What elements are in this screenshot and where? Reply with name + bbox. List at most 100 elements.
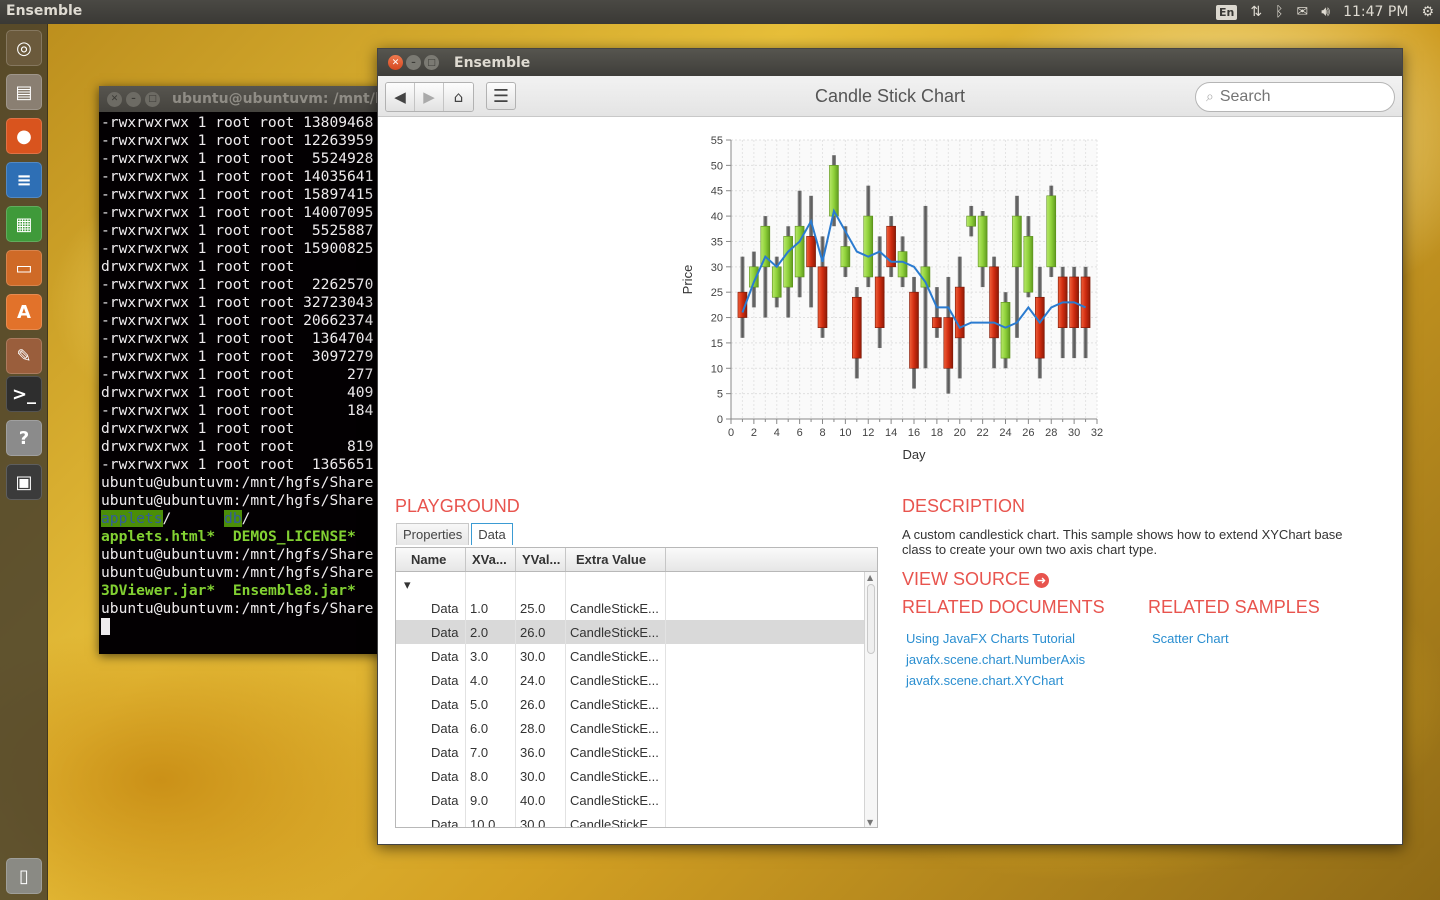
writer-icon[interactable]: ≡ [6, 162, 42, 198]
x-tick-label: 10 [839, 427, 851, 439]
floppy-icon[interactable]: ▣ [6, 464, 42, 500]
search-box[interactable]: ⌕ [1195, 82, 1395, 112]
data-table[interactable]: Name XVa... YVal... Extra Value ▾ Data 1.… [395, 547, 878, 828]
cell-xvalue: 1.0 [466, 596, 516, 620]
table-row[interactable]: Data 6.0 28.0 CandleStickE... [396, 716, 877, 740]
volume-icon[interactable]: 🔊︎ [1321, 4, 1330, 20]
candle-wick [934, 287, 939, 338]
gear-icon[interactable]: ⚙ [1421, 4, 1434, 20]
candle-body [771, 266, 782, 298]
table-row[interactable]: Data 8.0 30.0 CandleStickE... [396, 764, 877, 788]
tab-properties[interactable]: Properties [396, 523, 470, 545]
table-row[interactable]: Data 1.0 25.0 CandleStickE... [396, 596, 877, 620]
column-header-xvalue[interactable]: XVa... [466, 548, 516, 571]
x-tick-label: 6 [797, 427, 803, 439]
tab-data[interactable]: Data [471, 523, 513, 545]
candle-body [806, 236, 816, 268]
bluetooth-icon[interactable]: ᛒ [1275, 4, 1283, 20]
cell-extra-value: CandleStickE... [566, 812, 666, 827]
terminal-window[interactable]: ✕ – □ ubuntu@ubuntuvm: /mnt/hg -rwxrwxrw… [99, 86, 399, 654]
terminal-line: ubuntu@ubuntuvm:/mnt/hgfs/Share [101, 564, 374, 581]
column-header-name[interactable]: Name [396, 548, 466, 571]
y-tick-label: 20 [711, 313, 723, 325]
table-row[interactable]: Data 4.0 24.0 CandleStickE... [396, 668, 877, 692]
candle-body [1000, 302, 1011, 359]
related-doc-link[interactable]: javafx.scene.chart.XYChart [906, 673, 1064, 688]
network-icon[interactable]: ⇅ [1250, 4, 1262, 20]
table-scrollbar[interactable]: ▲ ▼ [864, 572, 877, 827]
ubuntu-logo-icon[interactable]: ◎ [6, 30, 42, 66]
software-center-icon[interactable]: A [6, 294, 42, 330]
menu-button[interactable]: ☰ [486, 82, 516, 110]
scroll-up-icon[interactable]: ▲ [867, 573, 873, 582]
close-icon[interactable]: ✕ [107, 91, 122, 107]
cell-xvalue: 4.0 [466, 668, 516, 692]
cell-yvalue: 28.0 [516, 716, 566, 740]
home-icon: ⌂ [453, 88, 464, 106]
terminal-titlebar[interactable]: ✕ – □ ubuntu@ubuntuvm: /mnt/hg [99, 86, 399, 112]
table-row[interactable]: Data 7.0 36.0 CandleStickE... [396, 740, 877, 764]
table-row[interactable]: Data 9.0 40.0 CandleStickE... [396, 788, 877, 812]
description-heading: DESCRIPTION [902, 496, 1026, 516]
close-icon[interactable]: ✕ [388, 55, 403, 70]
maximize-icon[interactable]: □ [145, 91, 160, 107]
cell-yvalue: 25.0 [516, 596, 566, 620]
search-input[interactable] [1219, 88, 1370, 106]
cell-extra-value: CandleStickE... [566, 788, 666, 812]
cell-extra-value: CandleStickE... [566, 620, 666, 644]
terminal-output[interactable]: -rwxrwxrwx 1 root root 13809468 -rwxrwxrw… [99, 112, 399, 654]
candle-body [1035, 296, 1045, 359]
terminal-line: -rwxrwxrwx 1 root root 1364704 [101, 330, 374, 347]
ensemble-titlebar[interactable]: ✕ – □ Ensemble [378, 49, 1402, 76]
calc-icon[interactable]: ▦ [6, 206, 42, 242]
scroll-down-icon[interactable]: ▼ [867, 818, 873, 827]
expand-triangle-icon[interactable]: ▾ [396, 572, 466, 596]
tree-root-row[interactable]: ▾ [396, 572, 877, 596]
search-icon: ⌕ [1206, 89, 1214, 105]
column-header-extra-value[interactable]: Extra Value [566, 548, 666, 571]
file-cabinet-icon[interactable]: ▤ [6, 74, 42, 110]
cell-name: Data [396, 692, 466, 716]
back-button[interactable]: ◀ [386, 83, 415, 111]
y-tick-label: 5 [717, 389, 723, 401]
minimize-icon[interactable]: – [126, 91, 141, 107]
settings-icon[interactable]: ✎ [6, 338, 42, 374]
scrollbar-thumb[interactable] [867, 584, 875, 654]
clock[interactable]: 11:47 PM [1343, 4, 1408, 20]
x-tick-label: 8 [819, 427, 825, 439]
related-sample-link[interactable]: Scatter Chart [1152, 631, 1229, 646]
related-doc-link[interactable]: Using JavaFX Charts Tutorial [906, 631, 1075, 646]
impress-icon[interactable]: ▭ [6, 250, 42, 286]
column-header-yvalue[interactable]: YVal... [516, 548, 566, 571]
cell-extra-value: CandleStickE... [566, 692, 666, 716]
top-panel: Ensemble En ⇅ ᛒ ✉ 🔊︎ 11:47 PM ⚙ [0, 0, 1440, 24]
table-row[interactable]: Data 10.0 30.0 CandleStickE... [396, 812, 877, 827]
terminal-icon[interactable]: >_ [6, 376, 42, 412]
keyboard-layout-indicator[interactable]: En [1216, 4, 1238, 20]
help-icon[interactable]: ? [6, 420, 42, 456]
table-row[interactable]: Data 3.0 30.0 CandleStickE... [396, 644, 877, 668]
terminal-line: drwxrwxrwx 1 root root 819 [101, 438, 374, 455]
terminal-line: ubuntu@ubuntuvm:/mnt/hgfs/Share [101, 546, 374, 563]
cell-xvalue: 7.0 [466, 740, 516, 764]
forward-button[interactable]: ▶ [415, 83, 444, 111]
cell-name: Data [396, 620, 466, 644]
table-row[interactable]: Data 2.0 26.0 CandleStickE... [396, 620, 877, 644]
trash-icon[interactable]: ▯ [6, 858, 42, 894]
cell-xvalue: 2.0 [466, 620, 516, 644]
mail-icon[interactable]: ✉ [1297, 4, 1309, 20]
minimize-icon[interactable]: – [406, 55, 421, 70]
x-tick-label: 18 [931, 427, 943, 439]
cell-xvalue: 3.0 [466, 644, 516, 668]
maximize-icon[interactable]: □ [424, 55, 439, 70]
cell-yvalue: 24.0 [516, 668, 566, 692]
related-doc-link[interactable]: javafx.scene.chart.NumberAxis [906, 652, 1085, 667]
firefox-icon[interactable]: ● [6, 118, 42, 154]
home-button[interactable]: ⌂ [444, 83, 473, 111]
terminal-line: -rwxrwxrwx 1 root root 1365651 [101, 456, 374, 473]
terminal-line: -rwxrwxrwx 1 root root 5525887 [101, 222, 374, 239]
table-row[interactable]: Data 5.0 26.0 CandleStickE... [396, 692, 877, 716]
view-source-link[interactable]: VIEW SOURCE ➜ [902, 569, 1050, 590]
description-text: A custom candlestick chart. This sample … [902, 527, 1343, 557]
terminal-line: drwxrwxrwx 1 root root 409 [101, 384, 374, 401]
